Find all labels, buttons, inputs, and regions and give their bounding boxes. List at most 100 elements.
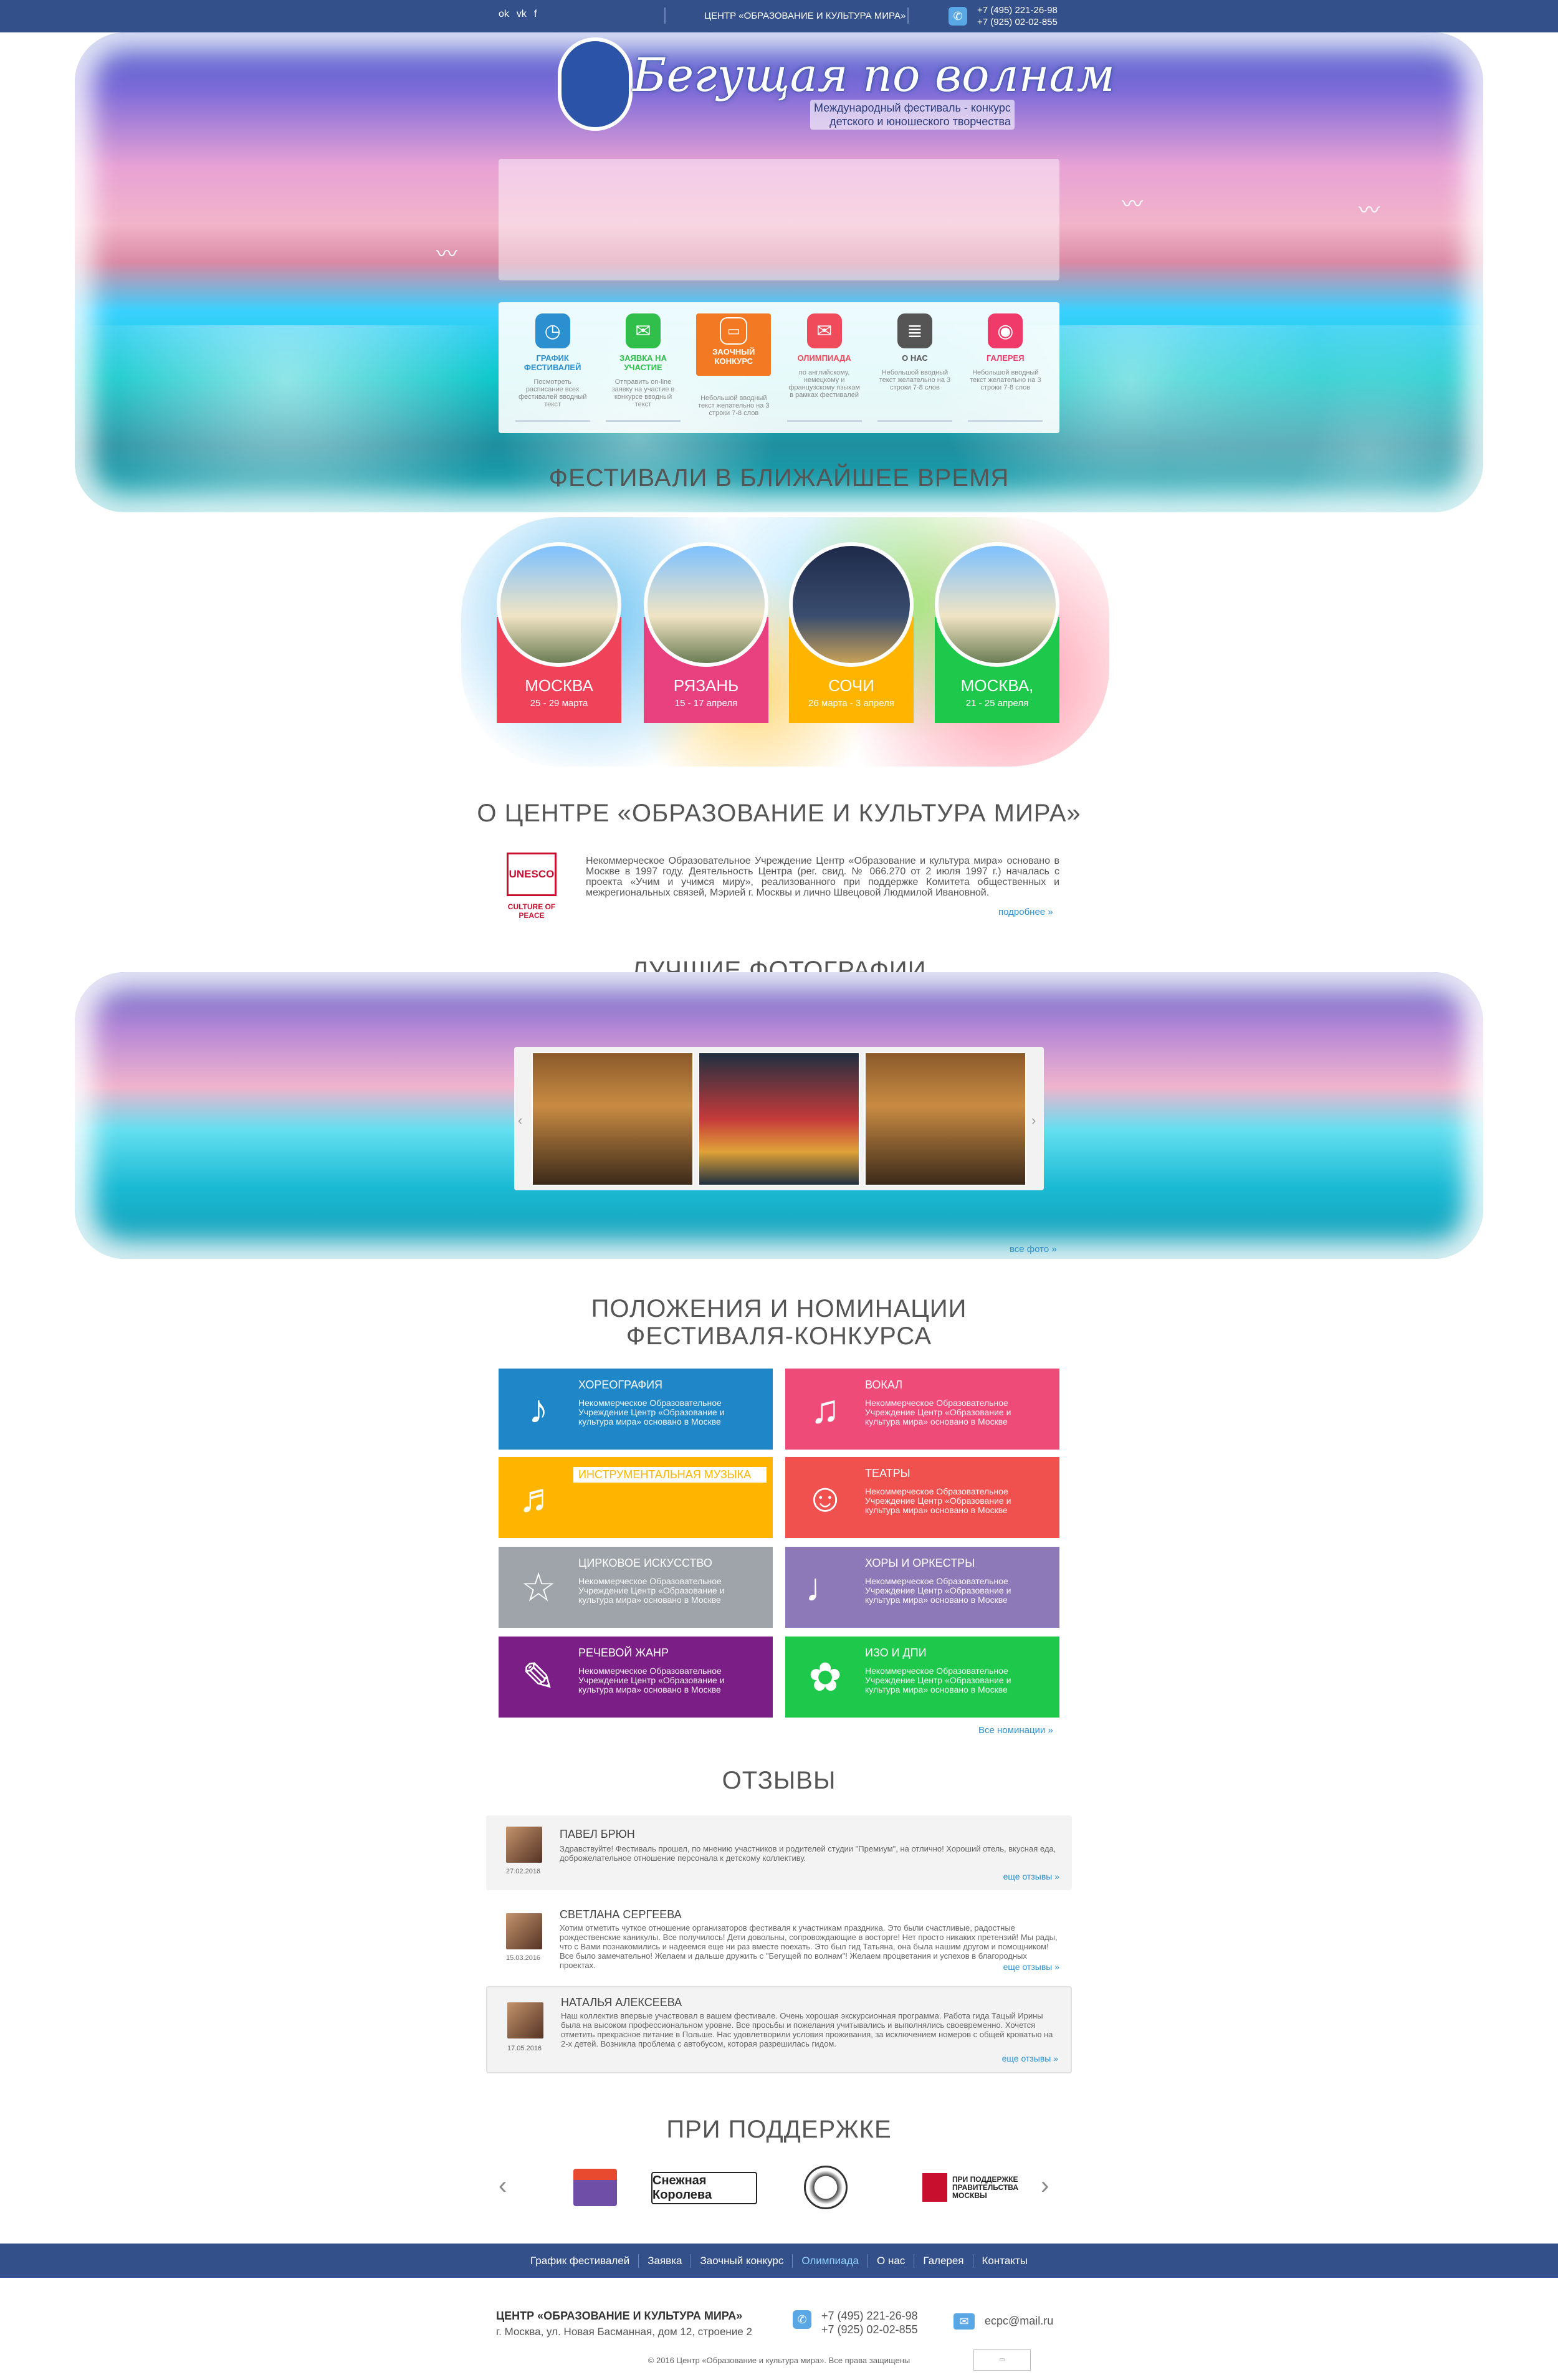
card-correspondence-contest[interactable]: ▭ ЗАОЧНЫЙ КОНКУРС Небольшой вводный текс…: [696, 313, 772, 417]
festival-item[interactable]: МОСКВА 25 - 29 марта: [497, 542, 621, 723]
card-olympiad[interactable]: ✉ ОЛИМПИАДА по английскому, немецкому и …: [786, 313, 862, 422]
snow-queen-logo[interactable]: Снежная Королева: [651, 2172, 757, 2204]
camera-icon: ◉: [988, 313, 1023, 348]
more-reviews-link[interactable]: еще отзывы »: [1003, 1962, 1059, 1972]
review-date: 15.03.2016: [506, 1954, 541, 1962]
footer-copyright: © 2016 Центр «Образование и культура мир…: [648, 2356, 910, 2365]
logo-emblem[interactable]: [558, 37, 633, 131]
carousel-next-button[interactable]: ›: [1031, 1112, 1036, 1129]
festival-date: 15 - 17 апреля: [674, 698, 738, 709]
gallery-photo[interactable]: [532, 1052, 694, 1186]
nomination-title: РЕЧЕВОЙ ЖАНР: [578, 1646, 669, 1659]
card-gallery[interactable]: ◉ ГАЛЕРЕЯ Небольшой вводный текст желате…: [968, 313, 1043, 422]
top-phone-1[interactable]: +7 (495) 221-26-98: [977, 4, 1058, 16]
nomination-desc: Некоммерческое Образовательное Учреждени…: [578, 1576, 725, 1605]
quick-links: ◷ ГРАФИК ФЕСТИВАЛЕЙ Посмотреть расписани…: [499, 302, 1059, 433]
nomination-vocal[interactable]: ♫ ВОКАЛ Некоммерческое Образовательное У…: [785, 1369, 1059, 1450]
nomination-theatre[interactable]: ☺ ТЕАТРЫ Некоммерческое Образовательное …: [785, 1457, 1059, 1538]
seagull-icon: 〰: [1359, 199, 1380, 222]
review-item: 17.05.2016 НАТАЛЬЯ АЛЕКСЕЕВА Наш коллект…: [486, 1986, 1072, 2073]
calendar-icon: ◷: [535, 313, 570, 348]
gallery-photo[interactable]: [864, 1052, 1026, 1186]
festival-city: МОСКВА,: [960, 676, 1034, 695]
top-phone-2[interactable]: +7 (925) 02-02-855: [977, 16, 1058, 28]
about-more-link[interactable]: подробнее »: [998, 907, 1053, 917]
partners-next-button[interactable]: ›: [1041, 2172, 1049, 2200]
partners-carousel: ‹ Снежная Королева ПРИ ПОДДЕРЖКЕ ПРАВИТЕ…: [499, 2153, 1059, 2222]
nomination-desc: Некоммерческое Образовательное Учреждени…: [578, 1666, 725, 1694]
mail-icon: ✉: [625, 313, 661, 348]
footer-link-application[interactable]: Заявка: [639, 2254, 692, 2268]
partners-prev-button[interactable]: ‹: [499, 2172, 507, 2200]
gallery-photo[interactable]: [698, 1052, 860, 1186]
moscow-gov-text: ПРИ ПОДДЕРЖКЕ ПРАВИТЕЛЬСТВА МОСКВЫ: [952, 2174, 1019, 2200]
card-title: ЗАОЧНЫЙ КОНКУРС: [712, 347, 755, 366]
festival-item[interactable]: РЯЗАНЬ 15 - 17 апреля: [644, 542, 768, 723]
review-item: 27.02.2016 ПАВЕЛ БРЮН Здравствуйте! Фест…: [486, 1815, 1072, 1890]
nomination-desc: Некоммерческое Образовательное Учреждени…: [865, 1398, 1011, 1427]
unesco-logo: UNESCO CULTURE OF PEACE: [497, 853, 566, 921]
moscow-gov-logo[interactable]: ПРИ ПОДДЕРЖКЕ ПРАВИТЕЛЬСТВА МОСКВЫ: [922, 2166, 1028, 2209]
all-nominations-link[interactable]: Все номинации »: [978, 1725, 1053, 1736]
all-photos-link[interactable]: все фото »: [1010, 1244, 1057, 1255]
nomination-speech[interactable]: ✎ РЕЧЕВОЙ ЖАНР Некоммерческое Образовате…: [499, 1637, 773, 1718]
more-reviews-link[interactable]: еще отзывы »: [1003, 1871, 1059, 1881]
card-schedule[interactable]: ◷ ГРАФИК ФЕСТИВАЛЕЙ Посмотреть расписани…: [515, 313, 590, 422]
counter-badge[interactable]: ▭: [973, 2349, 1031, 2371]
nomination-choirs[interactable]: ♩ ХОРЫ И ОРКЕСТРЫ Некоммерческое Образов…: [785, 1547, 1059, 1628]
hero-slider[interactable]: [499, 159, 1059, 280]
festival-photo: [935, 542, 1059, 667]
festival-photo: [644, 542, 768, 667]
social-links: ok vk f: [499, 9, 537, 20]
festival-item[interactable]: СОЧИ 26 марта - 3 апреля: [789, 542, 914, 723]
nomination-desc: Некоммерческое Образовательное Учреждени…: [578, 1398, 725, 1427]
viber-icon: ✆: [793, 2310, 811, 2329]
ok-icon[interactable]: ok: [499, 9, 509, 20]
moscow-emblem-icon: [922, 2173, 947, 2202]
nomination-circus[interactable]: ☆ ЦИРКОВОЕ ИСКУССТВО Некоммерческое Обра…: [499, 1547, 773, 1628]
card-title: ОЛИМПИАДА: [797, 353, 851, 363]
seagull-icon: 〰: [1122, 193, 1143, 216]
festival-item[interactable]: МОСКВА, 21 - 25 апреля: [935, 542, 1059, 723]
carousel-prev-button[interactable]: ‹: [518, 1112, 522, 1129]
emblem-logo[interactable]: [798, 2166, 854, 2209]
festivals-heading: ФЕСТИВАЛИ В БЛИЖАЙШЕЕ ВРЕМЯ: [548, 464, 1010, 492]
footer-link-olympiad[interactable]: Олимпиада: [793, 2254, 869, 2268]
card-application[interactable]: ✉ ЗАЯВКА НА УЧАСТИЕ Отправить on-line за…: [605, 313, 681, 422]
card-title: ГАЛЕРЕЯ: [987, 353, 1025, 363]
review-text: Хотим отметить чуткое отношение организа…: [560, 1923, 1058, 1970]
nomination-title: ХОРЕОГРАФИЯ: [578, 1379, 662, 1391]
footer-link-correspondence[interactable]: Заочный конкурс: [691, 2254, 793, 2268]
footer-phone-1[interactable]: +7 (495) 221-26-98: [821, 2309, 918, 2323]
monitor-icon: ▭: [720, 317, 748, 345]
facebook-icon[interactable]: f: [534, 9, 537, 20]
nomination-art[interactable]: ✿ ИЗО И ДПИ Некоммерческое Образовательн…: [785, 1637, 1059, 1718]
card-desc: Посмотреть расписание всех фестивалей вв…: [518, 378, 587, 408]
logo-subtitle-line-2: детского и юношеского творчества: [829, 115, 1011, 128]
nomination-choreography[interactable]: ♪ ХОРЕОГРАФИЯ Некоммерческое Образовател…: [499, 1369, 773, 1450]
vk-icon[interactable]: vk: [517, 9, 527, 20]
review-author: ПАВЕЛ БРЮН: [560, 1828, 635, 1840]
card-desc: по английскому, немецкому и французскому…: [788, 369, 860, 399]
footer-link-about[interactable]: О нас: [868, 2254, 915, 2268]
footer-link-gallery[interactable]: Галерея: [914, 2254, 973, 2268]
festival-date: 25 - 29 марта: [530, 698, 588, 709]
top-phones: +7 (495) 221-26-98 +7 (925) 02-02-855: [977, 4, 1058, 28]
footer-phone-2[interactable]: +7 (925) 02-02-855: [821, 2323, 918, 2336]
footer-address: г. Москва, ул. Новая Басманная, дом 12, …: [496, 2326, 752, 2338]
footer-link-contacts[interactable]: Контакты: [973, 2254, 1036, 2268]
chat-icon: ✉: [806, 313, 842, 348]
about-text: Некоммерческое Образовательное Учреждени…: [586, 856, 1059, 898]
more-reviews-link[interactable]: еще отзывы »: [1002, 2053, 1058, 2063]
footer-email[interactable]: ecpc@mail.ru: [985, 2315, 1053, 2328]
singer-icon: ♫: [810, 1387, 840, 1431]
review-author: НАТАЛЬЯ АЛЕКСЕЕВА: [561, 1996, 682, 2009]
card-about[interactable]: ≣ О НАС Небольшой вводный текст желатель…: [877, 313, 952, 422]
acrobat-icon: ☆: [520, 1565, 557, 1610]
nomination-instrumental[interactable]: ♬ ИНСТРУМЕНТАЛЬНАЯ МУЗЫКА: [499, 1457, 773, 1538]
divider: [907, 7, 909, 24]
partners-heading: ПРИ ПОДДЕРЖКЕ: [666, 2116, 892, 2143]
house-logo[interactable]: [567, 2166, 623, 2209]
logo-title[interactable]: Бегущая по волнам: [633, 49, 1115, 102]
footer-link-schedule[interactable]: График фестивалей: [522, 2254, 639, 2268]
